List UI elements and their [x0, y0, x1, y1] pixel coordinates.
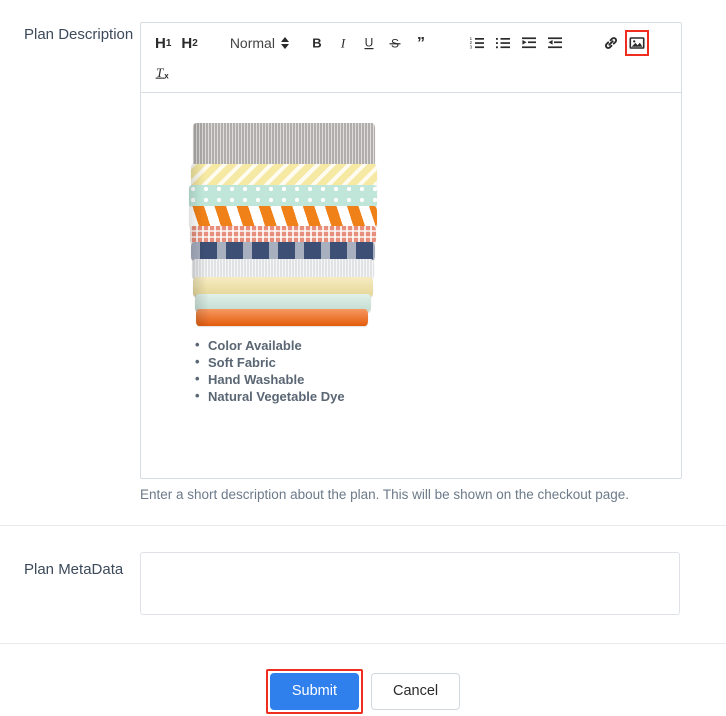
feature-bullet-item: Natural Vegetable Dye — [195, 387, 667, 405]
svg-text:B: B — [312, 36, 321, 51]
heading-1-button[interactable]: H1 — [151, 30, 175, 56]
svg-text:3: 3 — [470, 44, 473, 49]
clear-format-icon[interactable]: T x — [151, 60, 175, 86]
format-picker-value: Normal — [229, 35, 275, 51]
fabric-layer-white-waffle — [192, 259, 374, 279]
fabric-layer-orange-stripe — [189, 206, 377, 228]
plan-metadata-label: Plan MetaData — [24, 561, 124, 578]
fabric-stack-image — [189, 123, 377, 326]
ordered-list-icon[interactable]: 1 2 3 — [465, 30, 489, 56]
plan-metadata-row: Plan MetaData — [0, 526, 726, 620]
underline-button[interactable]: U — [357, 30, 381, 56]
plan-description-help-text: Enter a short description about the plan… — [140, 487, 630, 502]
plan-description-control: H1 H2 Normal B I U S ” 1 2 3 T x • Color… — [140, 22, 726, 504]
bullet-list-icon[interactable] — [491, 30, 515, 56]
fabric-stack — [189, 123, 377, 326]
feature-bullet-list: Color AvailableSoft FabricHand WashableN… — [195, 336, 667, 405]
plan-description-label: Plan Description — [24, 26, 134, 43]
form-actions: Submit Cancel — [0, 644, 726, 714]
svg-text:I: I — [340, 36, 346, 51]
feature-bullet-item: Soft Fabric — [195, 353, 667, 371]
svg-text:U: U — [365, 36, 374, 50]
plan-metadata-input[interactable] — [140, 552, 680, 615]
fabric-layer-orange-bottom — [196, 309, 368, 326]
editor-content-area[interactable]: Color AvailableSoft FabricHand WashableN… — [141, 93, 681, 478]
editor-toolbar: H1 H2 Normal B I U S ” 1 2 3 T x — [141, 23, 681, 93]
outdent-icon[interactable] — [517, 30, 541, 56]
italic-button[interactable]: I — [331, 30, 355, 56]
feature-bullet-item: Hand Washable — [195, 370, 667, 388]
fabric-layer-gray-linen — [193, 123, 375, 167]
svg-text:”: ” — [417, 35, 425, 51]
fabric-layer-mint-polkadot — [189, 185, 377, 208]
image-icon[interactable] — [624, 30, 649, 56]
blockquote-button[interactable]: ” — [409, 30, 433, 56]
heading-2-label: H — [181, 34, 193, 52]
plan-metadata-control — [140, 552, 726, 620]
heading-1-label: H — [155, 34, 166, 52]
heading-2-sub: 2 — [192, 37, 198, 49]
rich-text-editor: H1 H2 Normal B I U S ” 1 2 3 T x • Color… — [140, 22, 682, 479]
chevron-updown-icon — [280, 37, 293, 49]
indent-icon[interactable] — [543, 30, 567, 56]
strikethrough-button[interactable]: S — [383, 30, 407, 56]
svg-text:x: x — [164, 71, 169, 80]
cancel-button[interactable]: Cancel — [371, 673, 461, 710]
plan-description-row: Plan Description H1 H2 Normal B I U S ” … — [0, 0, 726, 504]
submit-button-highlight: Submit — [265, 669, 363, 714]
feature-bullet-item: Color Available — [195, 336, 667, 354]
heading-2-button[interactable]: H2 — [177, 30, 201, 56]
submit-button[interactable]: Submit — [269, 673, 359, 710]
heading-1-sub: 1 — [165, 37, 172, 49]
link-icon[interactable] — [599, 30, 623, 56]
bold-button[interactable]: B — [305, 30, 329, 56]
format-picker[interactable]: Normal — [226, 30, 293, 56]
